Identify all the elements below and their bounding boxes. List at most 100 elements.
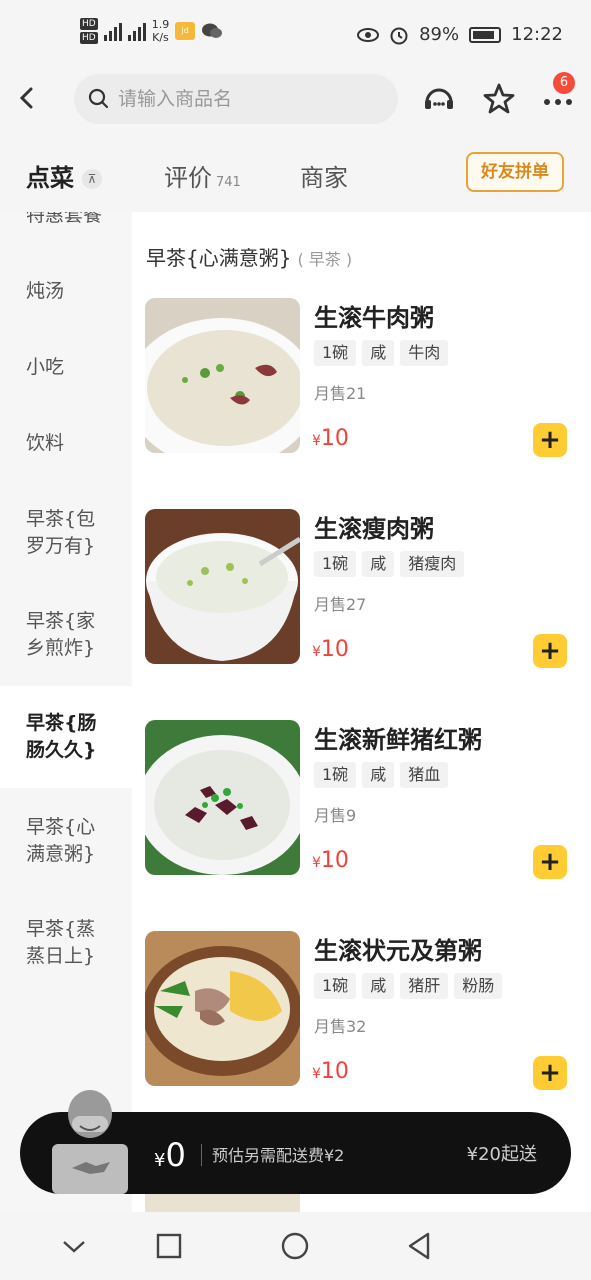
min-order-label: ¥20起送 bbox=[466, 1144, 537, 1165]
food-image[interactable] bbox=[145, 720, 300, 875]
customer-service-icon[interactable] bbox=[422, 82, 456, 116]
sidebar-item-label: 蒸日上} bbox=[26, 945, 96, 967]
item-tag: 1碗 bbox=[314, 340, 357, 366]
clock: 12:22 bbox=[511, 24, 563, 45]
network-speed: 1.9 K/s bbox=[151, 18, 170, 44]
currency-symbol: ¥ bbox=[312, 644, 321, 660]
cart-total-value: 0 bbox=[165, 1136, 186, 1174]
sidebar-item-label: 早茶{包 bbox=[26, 508, 96, 530]
add-to-cart-button[interactable]: + bbox=[533, 1056, 567, 1090]
sidebar-item-fried[interactable]: 早茶{家 乡煎炸} bbox=[0, 608, 132, 662]
sidebar-item-snacks[interactable]: 小吃 bbox=[0, 354, 132, 381]
signal-icon bbox=[103, 21, 122, 41]
sidebar-item-label: 饮料 bbox=[26, 432, 65, 454]
food-image[interactable] bbox=[145, 298, 300, 453]
food-image[interactable] bbox=[145, 931, 300, 1086]
battery-fill bbox=[473, 30, 495, 39]
item-price: ¥10 bbox=[312, 848, 349, 873]
sidebar-item-rice-rolls[interactable]: 早茶{肠 肠久久} bbox=[0, 686, 132, 788]
add-to-cart-button[interactable]: + bbox=[533, 634, 567, 668]
sidebar-item-drinks[interactable]: 饮料 bbox=[0, 430, 132, 457]
currency-symbol: ¥ bbox=[312, 1066, 321, 1082]
hide-keyboard-icon[interactable] bbox=[58, 1230, 90, 1262]
item-tag: 1碗 bbox=[314, 762, 357, 788]
sidebar-item-label: 罗万有} bbox=[26, 535, 96, 557]
item-tag: 猪瘦肉 bbox=[400, 551, 465, 577]
sidebar-item-label: 早茶{家 bbox=[26, 610, 96, 632]
tab-order-label: 点菜 bbox=[26, 164, 74, 192]
monthly-sales: 月售9 bbox=[314, 806, 357, 825]
item-price: ¥10 bbox=[312, 426, 349, 451]
monthly-sales: 月售27 bbox=[314, 595, 367, 614]
item-tag: 牛肉 bbox=[400, 340, 449, 366]
cart-total: ¥0 bbox=[154, 1136, 186, 1174]
currency-symbol: ¥ bbox=[312, 855, 321, 871]
tab-order[interactable]: 点菜 ⊼ bbox=[26, 158, 102, 193]
sidebar-item-soup[interactable]: 炖汤 bbox=[0, 278, 132, 305]
search-bar[interactable] bbox=[74, 74, 398, 124]
search-icon bbox=[88, 88, 109, 109]
sidebar-item-buns[interactable]: 早茶{包罗万有} bbox=[0, 506, 132, 560]
delivery-rider-icon[interactable] bbox=[50, 1086, 130, 1196]
item-price: ¥10 bbox=[312, 1059, 349, 1084]
pin-top-icon[interactable]: ⊼ bbox=[82, 169, 102, 189]
list-item[interactable]: 生滚新鲜猪红粥 1碗 咸 猪血 月售9 ¥10 + bbox=[145, 720, 575, 890]
back-arrow-icon[interactable] bbox=[14, 84, 42, 112]
category-sidebar: 特惠套餐 炖汤 小吃 饮料 早茶{包罗万有} 早茶{家 乡煎炸} 早茶{肠 肠久久}… bbox=[0, 212, 132, 1212]
battery-percent: 89% bbox=[419, 24, 460, 45]
group-order-button[interactable]: 好友拼单 bbox=[466, 152, 564, 192]
sidebar-item-label: 早茶{心 bbox=[26, 816, 96, 838]
item-tag: 1碗 bbox=[314, 551, 357, 577]
monthly-sales: 月售32 bbox=[314, 1017, 367, 1036]
add-to-cart-button[interactable]: + bbox=[533, 845, 567, 879]
add-to-cart-button[interactable]: + bbox=[533, 423, 567, 457]
price-value: 10 bbox=[320, 426, 349, 451]
more-badge: 6 bbox=[553, 72, 575, 94]
search-input[interactable] bbox=[118, 88, 358, 110]
sidebar-item-label: 早茶{肠 bbox=[26, 712, 97, 734]
item-tags: 1碗 咸 牛肉 bbox=[314, 340, 449, 366]
hd-icon: HD HD bbox=[80, 18, 98, 44]
list-item[interactable]: 生滚状元及第粥 1碗 咸 猪肝 粉肠 月售32 ¥10 + bbox=[145, 931, 575, 1101]
favorite-star-icon[interactable] bbox=[482, 82, 516, 116]
currency-symbol: ¥ bbox=[154, 1150, 166, 1171]
alarm-icon bbox=[390, 27, 408, 44]
sidebar-item-steamed[interactable]: 早茶{蒸蒸日上} bbox=[0, 916, 132, 970]
item-tag: 咸 bbox=[362, 340, 395, 366]
sidebar-item-congee[interactable]: 早茶{心满意粥} bbox=[0, 814, 132, 868]
item-tag: 猪血 bbox=[400, 762, 449, 788]
home-icon[interactable] bbox=[279, 1230, 311, 1262]
recent-apps-icon[interactable] bbox=[153, 1230, 185, 1262]
item-tag: 猪肝 bbox=[400, 973, 449, 999]
section-subtitle: ( 早茶 ) bbox=[297, 250, 353, 269]
sidebar-item-label: 满意粥} bbox=[26, 843, 96, 865]
tab-reviews[interactable]: 评价 741 bbox=[164, 158, 241, 193]
status-right: 89% 12:22 bbox=[357, 24, 563, 45]
delivery-fee-note: 预估另需配送费¥2 bbox=[212, 1146, 345, 1165]
status-left: HD HD 1.9 K/s jd bbox=[80, 18, 223, 44]
back-nav-icon[interactable] bbox=[404, 1230, 436, 1262]
sidebar-item-special-combo[interactable]: 特惠套餐 bbox=[0, 212, 132, 229]
sidebar-item-label: 小吃 bbox=[26, 356, 65, 378]
status-bar: HD HD 1.9 K/s jd 89% 12:22 bbox=[0, 0, 591, 70]
list-item[interactable]: 生滚瘦肉粥 1碗 咸 猪瘦肉 月售27 ¥10 + bbox=[145, 509, 575, 679]
food-image[interactable] bbox=[145, 509, 300, 664]
signal-icon-2 bbox=[127, 21, 146, 41]
list-item[interactable]: 生滚牛肉粥 1碗 咸 牛肉 月售21 ¥10 + bbox=[145, 298, 575, 468]
battery-icon bbox=[469, 26, 502, 43]
item-name: 生滚牛肉粥 bbox=[314, 304, 434, 332]
sidebar-item-label: 炖汤 bbox=[26, 280, 65, 302]
tab-merchant[interactable]: 商家 bbox=[300, 158, 348, 193]
section-title-text: 早茶{心满意粥} bbox=[146, 246, 292, 270]
sidebar-item-label: 早茶{蒸 bbox=[26, 918, 96, 940]
item-tag: 粉肠 bbox=[454, 973, 503, 999]
item-tags: 1碗 咸 猪瘦肉 bbox=[314, 551, 465, 577]
reviews-count: 741 bbox=[216, 175, 241, 190]
price-value: 10 bbox=[320, 848, 349, 873]
monthly-sales: 月售21 bbox=[314, 384, 367, 403]
notification-app-icon: jd bbox=[175, 22, 196, 40]
item-tag: 咸 bbox=[362, 973, 395, 999]
tab-bar: 点菜 ⊼ 评价 741 商家 好友拼单 bbox=[0, 132, 591, 212]
currency-symbol: ¥ bbox=[312, 433, 321, 449]
tab-reviews-label: 评价 bbox=[164, 164, 212, 192]
